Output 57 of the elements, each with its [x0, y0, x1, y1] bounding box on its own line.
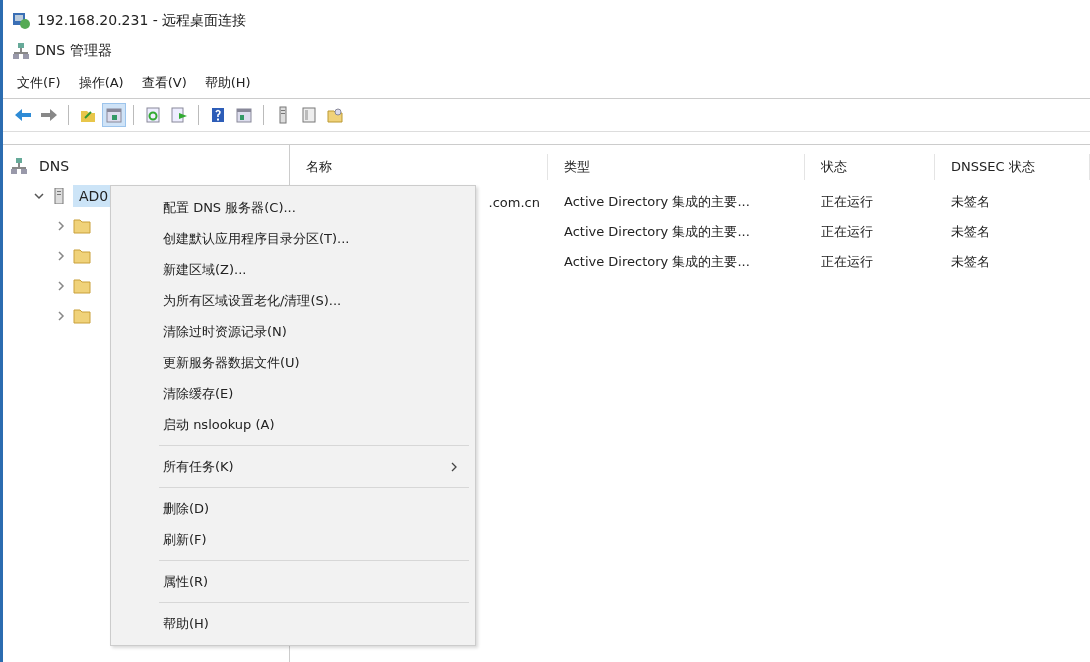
back-arrow-icon [14, 106, 32, 124]
folder-icon [73, 247, 91, 265]
column-header[interactable]: DNSSEC 状态 [935, 154, 1090, 180]
menu-item[interactable]: 刷新(F) [113, 524, 473, 555]
folder-icon [73, 277, 91, 295]
network-icon [11, 158, 27, 174]
menu-item[interactable]: 清除过时资源记录(N) [113, 316, 473, 347]
menu-item[interactable]: 查看(V) [135, 72, 193, 94]
toolbar-button[interactable] [102, 103, 126, 127]
menu-item[interactable]: 操作(A) [72, 72, 130, 94]
table-cell-text: 未签名 [950, 223, 991, 241]
folder-icon [73, 217, 91, 235]
menu-item[interactable]: 帮助(H) [198, 72, 257, 94]
forward-arrow-icon [40, 106, 58, 124]
submenu-chevron-icon [449, 460, 459, 473]
folder-icon [326, 106, 344, 124]
table-cell-text: Active Directory 集成的主要... [563, 253, 751, 271]
refresh-icon [144, 106, 162, 124]
column-header[interactable]: 类型 [548, 154, 805, 180]
table-cell-text: 正在运行 [820, 253, 874, 271]
collapsed-chevron-icon[interactable] [55, 310, 67, 322]
menu-item[interactable]: 所有任务(K) [113, 451, 473, 482]
column-header[interactable]: 状态 [805, 154, 935, 180]
menu-item[interactable]: 帮助(H) [113, 608, 473, 639]
panel-icon [300, 106, 318, 124]
console-tree-icon [105, 106, 123, 124]
menu-item[interactable]: 为所有区域设置老化/清理(S)... [113, 285, 473, 316]
column-header[interactable]: 名称 [290, 154, 548, 180]
table-cell-text: Active Directory 集成的主要... [563, 223, 751, 241]
menu-item[interactable]: 启动 nslookup (A) [113, 409, 473, 440]
menu-item[interactable]: 删除(D) [113, 493, 473, 524]
table-cell-text: 未签名 [950, 253, 991, 271]
tree-item[interactable]: DNS [33, 155, 76, 177]
table-cell-text: 正在运行 [820, 193, 874, 211]
menu-item[interactable]: 清除缓存(E) [113, 378, 473, 409]
server-icon [51, 188, 67, 204]
collapsed-chevron-icon[interactable] [55, 280, 67, 292]
collapsed-chevron-icon[interactable] [55, 250, 67, 262]
remote-window-title: 192.168.20.231 - 远程桌面连接 [37, 12, 247, 30]
menu-item[interactable]: 配置 DNS 服务器(C)... [113, 192, 473, 223]
menu-item[interactable]: 创建默认应用程序目录分区(T)... [113, 223, 473, 254]
menu-item[interactable]: 属性(R) [113, 566, 473, 597]
table-cell-text: 正在运行 [820, 223, 874, 241]
remote-desktop-icon [13, 12, 31, 30]
window-title: DNS 管理器 [35, 42, 112, 60]
export-icon [170, 106, 188, 124]
menu-item[interactable]: 更新服务器数据文件(U) [113, 347, 473, 378]
collapsed-chevron-icon[interactable] [55, 220, 67, 232]
help-icon [209, 106, 227, 124]
menu-item[interactable]: 文件(F) [11, 72, 67, 94]
menu-item[interactable]: 新建区域(Z)... [113, 254, 473, 285]
table-cell-text: 未签名 [950, 193, 991, 211]
pane-icon [235, 106, 253, 124]
network-icon [13, 43, 29, 59]
table-cell-text: Active Directory 集成的主要... [563, 193, 751, 211]
expanded-chevron-icon[interactable] [33, 190, 45, 202]
folder-icon [73, 307, 91, 325]
